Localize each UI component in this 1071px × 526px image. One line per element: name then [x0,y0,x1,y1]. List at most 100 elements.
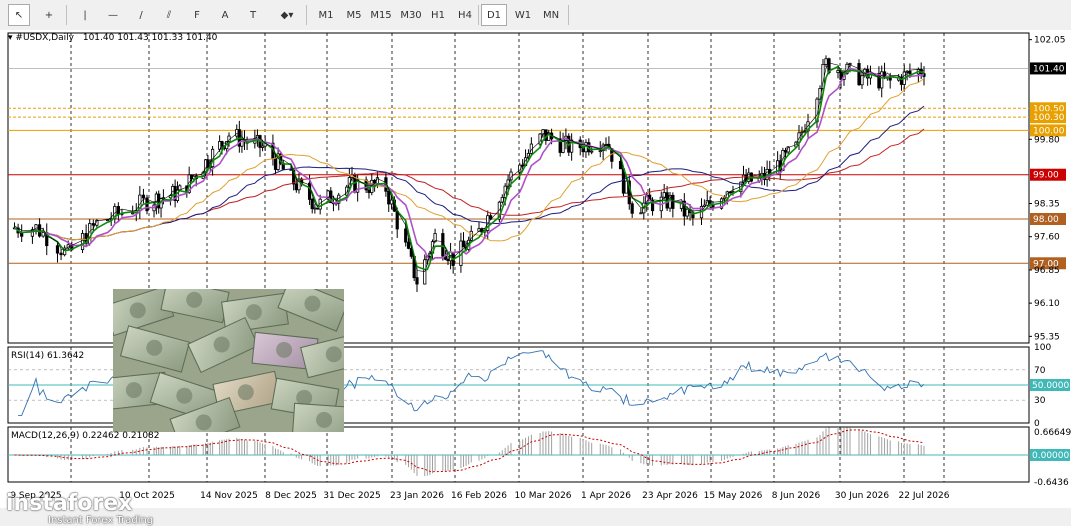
candle-body [880,71,884,89]
candle [315,207,320,210]
toolbar: ↖ + | — / ⫽ F A T ◆▾ M1 M5 M15 M30 H1 H4 D1 W1 MN [0,0,1071,31]
candle-body [590,150,594,153]
timeframe-h1[interactable]: H1 [426,4,450,26]
candle-body [469,230,473,241]
candle-body [20,232,24,237]
candle-body [235,129,239,137]
candle-body [55,245,60,254]
collapse-arrow-icon[interactable]: ▾ [8,33,13,43]
trendline-icon[interactable]: / [130,4,152,26]
candle-body [367,189,371,193]
candle-body [310,198,314,210]
x-axis-label: 8 Dec 2025 [265,491,317,501]
x-axis-label: 22 Jul 2026 [899,491,950,501]
candle-body [860,75,864,86]
candle-body [294,183,298,191]
candle-body [41,232,45,237]
candle-body [824,58,828,65]
candle-body [315,207,320,210]
candle-body [836,70,840,74]
candle-body [141,194,146,199]
timeframe-d1[interactable]: D1 [481,4,507,26]
candle-body [131,212,135,215]
timeframe-m15[interactable]: M15 [367,4,395,26]
horizontal-line-icon[interactable]: — [102,4,124,26]
candle-body [395,210,399,230]
timeframe-mn[interactable]: MN [538,4,564,26]
shapes-icon[interactable]: ◆▾ [272,4,302,26]
text-icon[interactable]: A [214,4,236,26]
rsi-scale-label: 30 [1034,396,1046,406]
rsi-level-tag-label: 50.0000 [1032,381,1069,391]
candle [441,228,445,261]
crosshair-icon[interactable]: + [36,4,62,26]
candle [857,59,861,86]
y-tick-label: 95.35 [1034,332,1060,342]
timeframe-m1[interactable]: M1 [313,4,339,26]
cursor-icon[interactable]: ↖ [8,4,30,26]
price-tag-label: 101.40 [1033,64,1065,74]
candle-body [857,63,861,86]
price-tag-label: 99.00 [1033,171,1059,181]
candle-body [423,259,427,285]
candle-body [905,70,909,73]
dollar-bills-image [113,289,344,432]
timeframe-w1[interactable]: W1 [510,4,536,26]
text-label-icon[interactable]: T [242,4,264,26]
x-axis-label: 16 Feb 2026 [451,491,507,501]
x-axis-label: 10 Mar 2026 [514,491,571,501]
candle-body [662,192,666,198]
y-tick-label: 96.10 [1034,299,1060,309]
x-axis-label: 1 Apr 2026 [581,491,631,501]
macd-scale-label: -0.6436 [1034,478,1069,488]
channel-icon[interactable]: ⫽ [158,4,180,26]
candle-body [446,258,450,262]
candle-body [685,208,689,217]
candle-body [783,150,788,153]
candle-body [639,212,643,215]
x-axis-label: 8 Jun 2026 [772,491,821,501]
x-axis-label: 30 Jun 2026 [835,491,889,501]
x-axis-label: 31 Dec 2025 [323,491,381,501]
x-axis-label: 23 Jan 2026 [390,491,444,501]
candle-body [273,158,278,170]
vertical-line-icon[interactable]: | [74,4,96,26]
fibonacci-icon[interactable]: F [186,4,208,26]
rsi-label: RSI(14) 61.3642 [11,351,85,361]
logo-brand: instaforex [6,491,133,516]
timeframe-h4[interactable]: H4 [452,4,478,26]
candle-body [389,199,394,205]
ohlc-values: 101.40 101.43 101.33 101.40 [82,33,218,43]
candle-body [80,233,85,251]
instaforex-logo: instaforex Instant Forex Trading [6,493,153,526]
candle [497,200,501,223]
candle-body [260,145,265,148]
x-axis-label: 23 Apr 2026 [642,491,698,501]
macd-scale-label: 0.66649 [1034,428,1071,438]
chart-area[interactable]: 102.05 101.40 100.50 100.30 100.00 99.80 99.00… [0,30,1071,526]
price-tag-label: 100.30 [1033,113,1065,123]
price-chart-svg[interactable]: 102.05101.40100.50100.30100.0099.8099.00… [0,30,1071,508]
candle-body [406,241,411,249]
candle-body [387,190,391,205]
candle-body [313,207,317,210]
candle-body [404,228,408,243]
y-tick-label: 97.60 [1034,233,1060,243]
candle-body [91,223,95,226]
rsi-scale-label: 70 [1034,366,1046,376]
rsi-scale-label: 100 [1034,343,1051,353]
candle-body [630,203,634,214]
candle-body [461,240,466,248]
candle-body [598,150,602,153]
logo-tagline: Instant Forex Trading [48,515,154,526]
candle-body [441,233,445,257]
symbol-label: #USDX,Daily [15,33,74,43]
timeframe-m5[interactable]: M5 [341,4,367,26]
price-tag-label: 98.00 [1033,215,1059,225]
timeframe-m30[interactable]: M30 [397,4,425,26]
y-tick-label: 96.85 [1034,266,1060,276]
candle-body [848,63,852,65]
x-axis-label: 14 Nov 2025 [200,491,258,501]
y-tick-label: 98.35 [1034,200,1060,210]
macd-zero-tag-label: 0.00000 [1032,451,1069,461]
